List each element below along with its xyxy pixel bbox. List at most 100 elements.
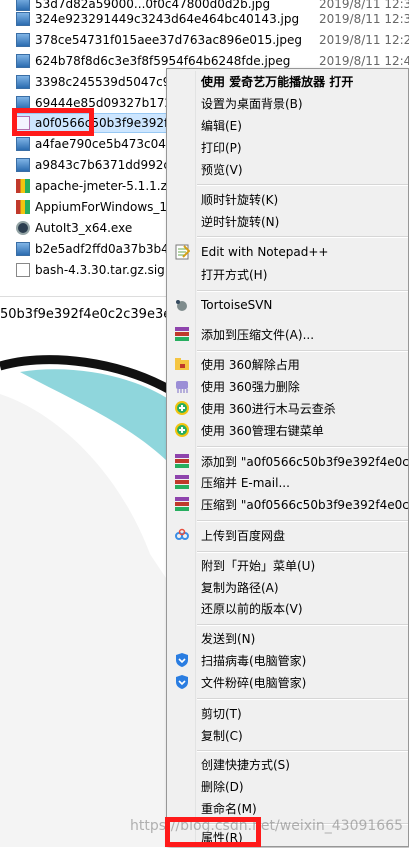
menu-rotate-cw[interactable]: 顺时针旋转(K) xyxy=(167,188,409,210)
menu-compress-email[interactable]: 压缩并 E-mail... xyxy=(167,471,409,493)
menu-upload-baidu[interactable]: 上传到百度网盘 xyxy=(167,524,409,546)
menu-label: 预览(V) xyxy=(201,162,243,177)
menu-label: 附到「开始」菜单(U) xyxy=(201,558,316,573)
file-row[interactable]: b2e5adf2ffd0a37b3b4 xyxy=(16,239,169,259)
file-row[interactable]: a4fae790ce5b473c048 xyxy=(16,134,174,154)
menu-pin-start[interactable]: 附到「开始」菜单(U) xyxy=(167,554,409,576)
menu-delete[interactable]: 删除(D) xyxy=(167,775,409,797)
image-preview xyxy=(0,354,170,847)
shield-icon xyxy=(174,674,190,690)
exe-file-icon xyxy=(16,221,30,235)
menu-add-archive[interactable]: 添加到压缩文件(A)... xyxy=(167,323,409,345)
image-file-icon xyxy=(16,33,30,47)
menu-360-force-delete[interactable]: 使用 360强力删除 xyxy=(167,375,409,397)
menu-restore-previous[interactable]: 还原以前的版本(V) xyxy=(167,597,409,619)
menu-label: 编辑(E) xyxy=(201,118,242,133)
menu-label: 使用 360强力删除 xyxy=(201,379,300,394)
menu-create-shortcut[interactable]: 创建快捷方式(S) xyxy=(167,753,409,775)
image-file-icon xyxy=(16,242,30,256)
menu-scan-virus[interactable]: 扫描病毒(电脑管家) xyxy=(167,649,409,671)
menu-label: 复制(C) xyxy=(201,728,243,743)
menu-label: 扫描病毒(电脑管家) xyxy=(201,653,307,668)
file-name: a9843c7b6371dd992c xyxy=(35,158,171,172)
preview-image xyxy=(0,354,170,847)
menu-label: 创建快捷方式(S) xyxy=(201,757,290,772)
annotation-highlight-file xyxy=(12,108,94,136)
menu-copy-path[interactable]: 复制为路径(A) xyxy=(167,576,409,598)
baidu-cloud-icon xyxy=(174,527,190,543)
menu-set-desktop-bg[interactable]: 设置为桌面背景(B) xyxy=(167,92,409,114)
menu-label: 设置为桌面背景(B) xyxy=(201,96,303,111)
menu-label: 添加到压缩文件(A)... xyxy=(201,327,315,342)
menu-label: 上传到百度网盘 xyxy=(201,528,286,543)
file-name: AppiumForWindows_1 xyxy=(35,200,168,214)
menu-rename[interactable]: 重命名(M) xyxy=(167,797,409,819)
menu-separator xyxy=(197,446,408,448)
menu-label: 还原以前的版本(V) xyxy=(201,601,303,616)
menu-label: 添加到 "a0f0566c50b3f9e392f4e0c2c xyxy=(201,454,409,469)
menu-label: 使用 爱奇艺万能播放器 打开 xyxy=(201,74,354,89)
menu-separator xyxy=(197,236,408,238)
menu-send-to[interactable]: 发送到(N) xyxy=(167,627,409,649)
file-name: b2e5adf2ffd0a37b3b4 xyxy=(35,242,169,256)
menu-separator xyxy=(197,350,408,352)
menu-separator xyxy=(197,520,408,522)
menu-label: 使用 360管理右键菜单 xyxy=(201,423,324,438)
menu-360-trojan-scan[interactable]: 使用 360进行木马云查杀 xyxy=(167,397,409,419)
file-row[interactable]: AutoIt3_x64.exe xyxy=(16,218,132,238)
file-row[interactable]: 3398c245539d5047c93 xyxy=(16,72,178,92)
menu-label: 使用 360进行木马云查杀 xyxy=(201,401,336,416)
menu-360-right-menu[interactable]: 使用 360管理右键菜单 xyxy=(167,419,409,441)
file-row[interactable]: apache-jmeter-5.1.1.zi xyxy=(16,176,170,196)
image-file-icon xyxy=(16,12,30,26)
menu-copy[interactable]: 复制(C) xyxy=(167,724,409,746)
file-name: apache-jmeter-5.1.1.zi xyxy=(35,179,171,193)
menu-360-unlock[interactable]: 使用 360解除占用 xyxy=(167,353,409,375)
menu-cut[interactable]: 剪切(T) xyxy=(167,702,409,724)
menu-add-to-named-archive[interactable]: 添加到 "a0f0566c50b3f9e392f4e0c2c xyxy=(167,450,409,472)
menu-compress-to-named[interactable]: 压缩到 "a0f0566c50b3f9e392f4e0c2c xyxy=(167,493,409,515)
file-date: 2019/8/11 12:39 xyxy=(319,12,409,26)
file-row[interactable]: bash-4.3.30.tar.gz.sig xyxy=(16,260,165,280)
menu-separator xyxy=(197,750,408,752)
file-row[interactable]: 378ce54731f015aee37d763ac896e015.jpeg 20… xyxy=(16,30,409,50)
menu-separator xyxy=(197,624,408,626)
menu-print[interactable]: 打印(P) xyxy=(167,136,409,158)
360-plus-icon xyxy=(174,400,190,416)
menu-shred-file[interactable]: 文件粉碎(电脑管家) xyxy=(167,671,409,693)
menu-label: TortoiseSVN xyxy=(201,298,273,312)
tortoisesvn-icon xyxy=(174,297,190,313)
menu-label: 剪切(T) xyxy=(201,706,242,721)
menu-rotate-ccw[interactable]: 逆时针旋转(N) xyxy=(167,210,409,232)
context-menu: 使用 爱奇艺万能播放器 打开 设置为桌面背景(B) 编辑(E) 打印(P) 预览… xyxy=(166,68,409,847)
generic-file-icon xyxy=(16,263,30,277)
menu-label: 顺时针旋转(K) xyxy=(201,192,279,207)
menu-edit-notepadpp[interactable]: Edit with Notepad++ xyxy=(167,241,409,263)
image-file-icon xyxy=(16,137,30,151)
menu-label: 文件粉碎(电脑管家) xyxy=(201,675,307,690)
menu-preview[interactable]: 预览(V) xyxy=(167,158,409,180)
file-name: 378ce54731f015aee37d763ac896e015.jpeg xyxy=(35,33,303,47)
notepadpp-icon xyxy=(174,244,190,260)
file-row[interactable]: AppiumForWindows_1 xyxy=(16,197,167,217)
file-name: 324e923291449c3243d64e464bc40143.jpg xyxy=(35,12,300,26)
zip-file-icon xyxy=(16,179,30,193)
menu-separator xyxy=(197,290,408,292)
menu-label: 打开方式(H) xyxy=(201,267,268,282)
winrar-icon xyxy=(174,496,190,512)
path-bar[interactable]: 50b3f9e392f4e0c2c39e3e xyxy=(0,296,170,331)
menu-label: 逆时针旋转(N) xyxy=(201,214,280,229)
file-date: 2019/8/11 12:41 xyxy=(319,54,409,68)
menu-open-with-iqiyi[interactable]: 使用 爱奇艺万能播放器 打开 xyxy=(167,70,409,92)
menu-edit[interactable]: 编辑(E) xyxy=(167,114,409,136)
menu-label: 重命名(M) xyxy=(201,801,257,816)
menu-label: 压缩到 "a0f0566c50b3f9e392f4e0c2c xyxy=(201,497,409,512)
file-row[interactable]: a9843c7b6371dd992c xyxy=(16,155,170,175)
file-name: AutoIt3_x64.exe xyxy=(35,221,133,235)
menu-tortoisesvn[interactable]: TortoiseSVN xyxy=(167,294,409,316)
file-name: 3398c245539d5047c93 xyxy=(35,75,178,89)
file-row[interactable]: 324e923291449c3243d64e464bc40143.jpg 201… xyxy=(16,9,409,29)
menu-label: 压缩并 E-mail... xyxy=(201,475,290,490)
file-date: 2019/8/11 12:38 xyxy=(319,0,409,11)
menu-open-with[interactable]: 打开方式(H) xyxy=(167,263,409,285)
